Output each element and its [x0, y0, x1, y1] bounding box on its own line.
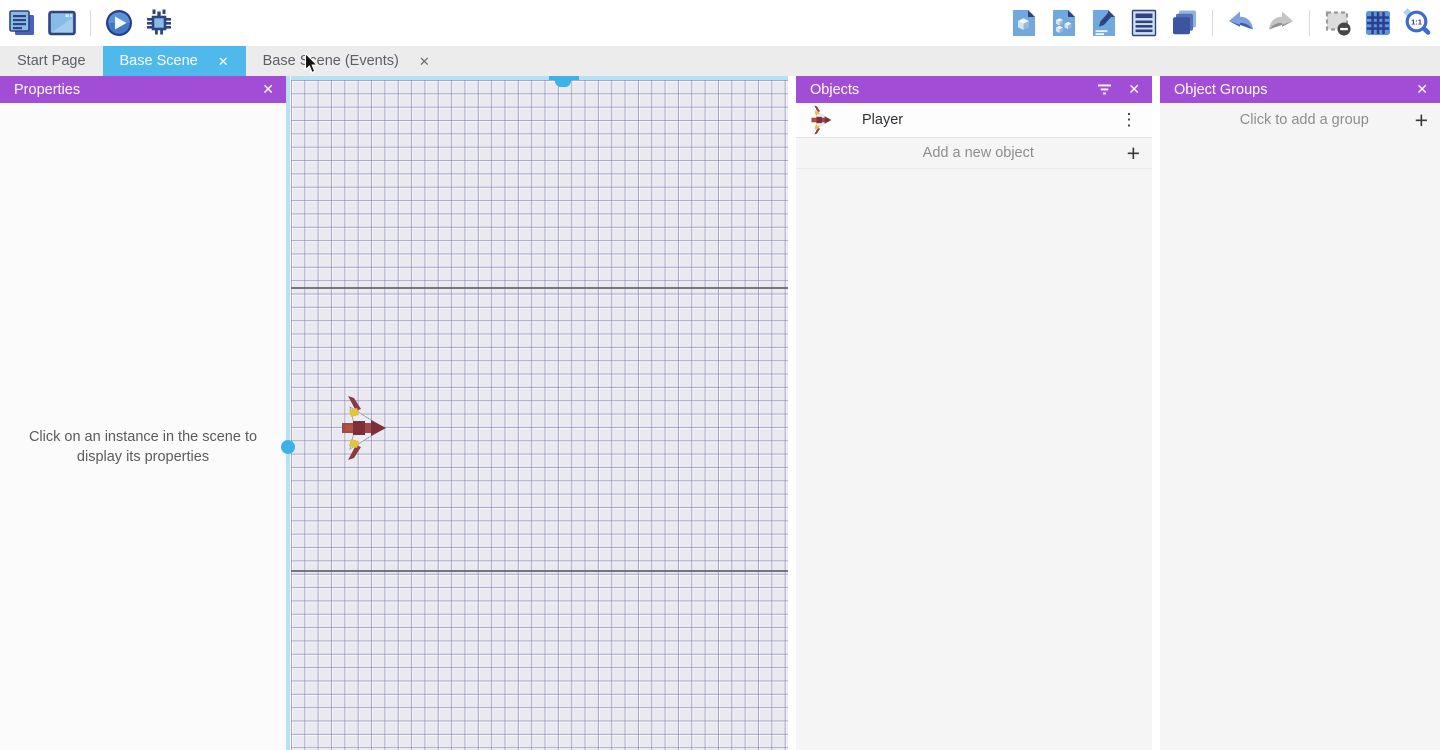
add-group-row[interactable]: Click to add a group +	[1160, 103, 1440, 137]
tab-label: Base Scene	[120, 53, 198, 69]
tab-base-scene-events[interactable]: Base Scene (Events) ✕	[246, 46, 447, 76]
tab-label: Start Page	[17, 53, 86, 69]
vertical-scrollbar[interactable]	[286, 76, 290, 750]
objects-panel-header: Objects ✕	[796, 76, 1152, 103]
layers-editor-icon[interactable]	[1168, 7, 1200, 39]
grid-icon[interactable]	[1362, 7, 1394, 39]
close-icon[interactable]: ✕	[262, 81, 274, 98]
vertical-scrollbar-thumb[interactable]	[281, 440, 295, 454]
object-groups-editor-icon[interactable]	[1048, 7, 1080, 39]
properties-panel-header: Properties ✕	[0, 76, 286, 103]
toolbar-right-group: 1:1	[1008, 7, 1434, 39]
toolbar-separator	[1212, 10, 1213, 36]
tab-bar: Start Page Base Scene ✕ Base Scene (Even…	[0, 46, 1440, 76]
properties-panel-title: Properties	[14, 82, 246, 98]
preview-window-icon[interactable]	[46, 7, 78, 39]
object-groups-panel-header: Object Groups ✕	[1160, 76, 1440, 103]
object-list-item-player[interactable]: Player ⋮	[796, 103, 1152, 138]
filter-icon[interactable]	[1097, 83, 1112, 96]
zoom-1-1-icon[interactable]: 1:1	[1402, 7, 1434, 39]
objects-editor-icon[interactable]	[1008, 7, 1040, 39]
more-options-icon[interactable]: ⋮	[1118, 110, 1140, 130]
tab-base-scene[interactable]: Base Scene ✕	[103, 46, 246, 76]
object-groups-panel: Object Groups ✕ Click to add a group +	[1160, 76, 1440, 750]
objects-panel: Objects ✕ Player	[796, 76, 1152, 750]
add-object-row[interactable]: Add a new object +	[796, 138, 1152, 169]
tab-close-icon[interactable]: ✕	[419, 55, 430, 68]
svg-text:1:1: 1:1	[1411, 17, 1422, 26]
game-window-border-top	[291, 287, 788, 289]
toolbar-separator	[1309, 10, 1310, 36]
toolbar-left-group	[6, 7, 175, 39]
redo-icon[interactable]	[1265, 7, 1297, 39]
horizontal-scrollbar[interactable]	[291, 76, 788, 80]
plus-icon[interactable]: +	[1415, 109, 1428, 132]
tab-label: Base Scene (Events)	[263, 53, 399, 69]
properties-editor-icon[interactable]	[1088, 7, 1120, 39]
object-name: Player	[862, 112, 1118, 128]
object-groups-panel-title: Object Groups	[1174, 82, 1400, 98]
undo-icon[interactable]	[1225, 7, 1257, 39]
window-mask-icon[interactable]	[1322, 7, 1354, 39]
tab-close-icon[interactable]: ✕	[218, 55, 229, 68]
toolbar-separator	[90, 10, 91, 36]
properties-empty-message: Click on an instance in the scene to dis…	[0, 427, 286, 467]
project-manager-icon[interactable]	[6, 7, 38, 39]
plus-icon[interactable]: +	[1127, 142, 1140, 165]
main-toolbar: 1:1	[0, 0, 1440, 46]
close-icon[interactable]: ✕	[1128, 81, 1140, 98]
game-window-border-bottom	[291, 570, 788, 572]
close-icon[interactable]: ✕	[1416, 81, 1428, 98]
scene-canvas[interactable]	[286, 76, 788, 750]
tab-start-page[interactable]: Start Page	[0, 46, 103, 76]
add-object-label: Add a new object	[808, 145, 1127, 161]
play-preview-icon[interactable]	[103, 7, 135, 39]
properties-panel: Properties ✕ Click on an instance in the…	[0, 76, 286, 750]
objects-panel-title: Objects	[810, 82, 1081, 98]
gdevelop-scene-editor: 1:1 Start Page Base Scene ✕ Base Scene (…	[0, 0, 1440, 750]
scene-grid[interactable]	[291, 80, 788, 750]
add-group-label: Click to add a group	[1172, 112, 1415, 128]
debug-icon[interactable]	[143, 7, 175, 39]
player-object-thumbnail	[808, 105, 834, 135]
instances-list-icon[interactable]	[1128, 7, 1160, 39]
player-instance-sprite[interactable]	[339, 395, 387, 461]
